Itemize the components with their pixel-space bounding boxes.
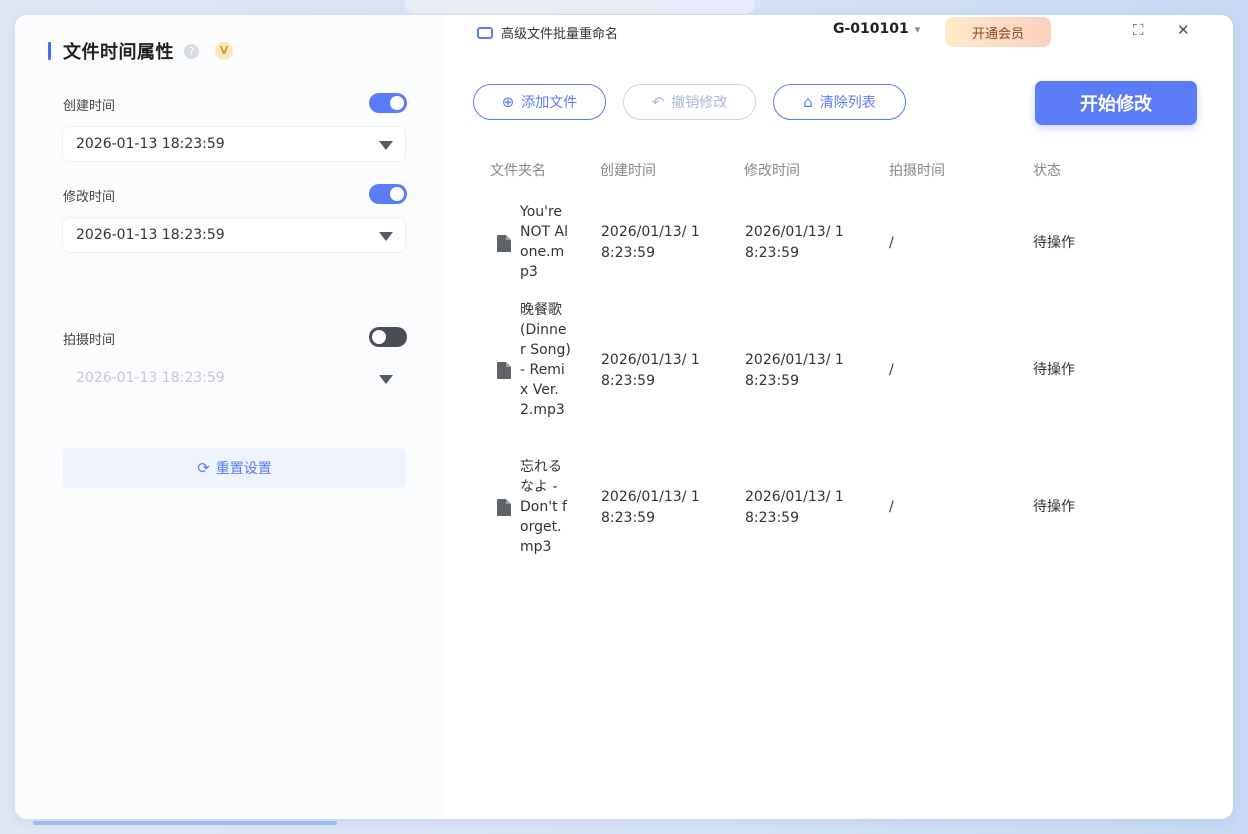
app-title: 高级文件批量重命名: [477, 23, 618, 42]
clear-list-button[interactable]: ⌂ 清除列表: [773, 84, 906, 120]
toggle-knob: [390, 187, 404, 201]
modified-time-cell: 2026/01/13/ 18:23:59: [745, 352, 844, 389]
open-vip-button[interactable]: 开通会员: [945, 17, 1051, 47]
add-files-button[interactable]: ⊕ 添加文件: [473, 84, 606, 120]
maximize-icon[interactable]: ⛶: [1133, 21, 1144, 39]
column-header-shot: 拍摄时间: [889, 163, 945, 179]
column-header-status: 状态: [1033, 163, 1061, 179]
shot-time-cell: /: [889, 235, 894, 251]
app-icon: [477, 26, 493, 39]
time-settings-panel: 文件时间属性 ? V 创建时间 2026-01-13 18:23:59 修改时间…: [15, 15, 445, 819]
add-files-label: 添加文件: [521, 95, 578, 111]
user-id-text: G-010101: [833, 21, 909, 37]
undo-icon: ↶: [651, 93, 665, 111]
modified-time-cell: 2026/01/13/ 18:23:59: [745, 489, 844, 526]
shot-time-select: 2026-01-13 18:23:59: [63, 361, 405, 395]
undo-changes-label: 撤销修改: [671, 95, 728, 111]
created-time-cell: 2026/01/13/ 18:23:59: [601, 352, 700, 389]
table-row[interactable]: 忘れるなよ - Don't forget.mp3 2026/01/13/ 18:…: [475, 457, 1215, 559]
app-window: 文件时间属性 ? V 创建时间 2026-01-13 18:23:59 修改时间…: [15, 15, 1233, 819]
undo-changes-button[interactable]: ↶ 撤销修改: [623, 84, 756, 120]
status-cell: 待操作: [1033, 499, 1075, 515]
created-time-cell: 2026/01/13/ 18:23:59: [601, 489, 700, 526]
caret-down-icon: [379, 232, 393, 241]
background-tab: [405, 0, 755, 14]
broom-icon: ⌂: [803, 93, 813, 111]
reset-settings-label: 重置设置: [215, 461, 272, 477]
file-icon: [497, 499, 511, 516]
shot-time-label: 拍摄时间: [63, 333, 116, 348]
shot-time-value: 2026-01-13 18:23:59: [76, 370, 225, 386]
modified-time-select[interactable]: 2026-01-13 18:23:59: [63, 218, 405, 252]
column-header-name: 文件夹名: [490, 163, 546, 179]
modified-time-toggle[interactable]: [369, 184, 407, 204]
shot-time-cell: /: [889, 362, 894, 378]
file-name: 晚餐歌 (Dinner Song) - Remix Ver. 2.mp3: [520, 302, 571, 418]
toggle-knob: [372, 330, 386, 344]
caret-down-icon: [379, 375, 393, 384]
table-row[interactable]: You're NOT Alone.mp3 2026/01/13/ 18:23:5…: [475, 202, 1215, 284]
vip-icon: V: [215, 42, 233, 60]
modified-time-value: 2026-01-13 18:23:59: [76, 227, 225, 243]
bottom-progress-bar: [33, 821, 337, 825]
shot-time-cell: /: [889, 499, 894, 515]
status-cell: 待操作: [1033, 362, 1075, 378]
created-time-value: 2026-01-13 18:23:59: [76, 136, 225, 152]
title-accent-bar: [48, 42, 51, 60]
created-time-label: 创建时间: [63, 99, 116, 114]
clear-list-label: 清除列表: [819, 95, 876, 111]
start-modify-button[interactable]: 开始修改: [1035, 81, 1197, 125]
chevron-down-icon: ▾: [914, 23, 921, 36]
close-icon[interactable]: ✕: [1177, 21, 1190, 39]
app-title-text: 高级文件批量重命名: [501, 27, 619, 42]
file-icon: [497, 362, 511, 379]
file-name: 忘れるなよ - Don't forget.mp3: [520, 459, 567, 555]
help-icon[interactable]: ?: [184, 43, 199, 59]
table-row[interactable]: 晚餐歌 (Dinner Song) - Remix Ver. 2.mp3 202…: [475, 300, 1215, 442]
shot-time-toggle[interactable]: [369, 327, 407, 347]
reset-settings-button[interactable]: ⟳ 重置设置: [63, 448, 406, 488]
toggle-knob: [390, 96, 404, 110]
modified-time-label: 修改时间: [63, 190, 116, 205]
user-account[interactable]: G-010101 ▾: [833, 21, 920, 37]
status-cell: 待操作: [1033, 235, 1075, 251]
created-time-cell: 2026/01/13/ 18:23:59: [601, 224, 700, 261]
column-header-created: 创建时间: [600, 163, 656, 179]
created-time-select[interactable]: 2026-01-13 18:23:59: [63, 127, 405, 161]
file-icon: [497, 235, 511, 252]
add-file-icon: ⊕: [501, 93, 515, 111]
refresh-icon: ⟳: [197, 459, 210, 477]
column-header-modified: 修改时间: [744, 163, 800, 179]
file-name: You're NOT Alone.mp3: [520, 204, 568, 280]
created-time-toggle[interactable]: [369, 93, 407, 113]
panel-title-text: 文件时间属性: [63, 42, 174, 63]
panel-title: 文件时间属性 ? V: [48, 40, 233, 63]
modified-time-cell: 2026/01/13/ 18:23:59: [745, 224, 844, 261]
caret-down-icon: [379, 141, 393, 150]
